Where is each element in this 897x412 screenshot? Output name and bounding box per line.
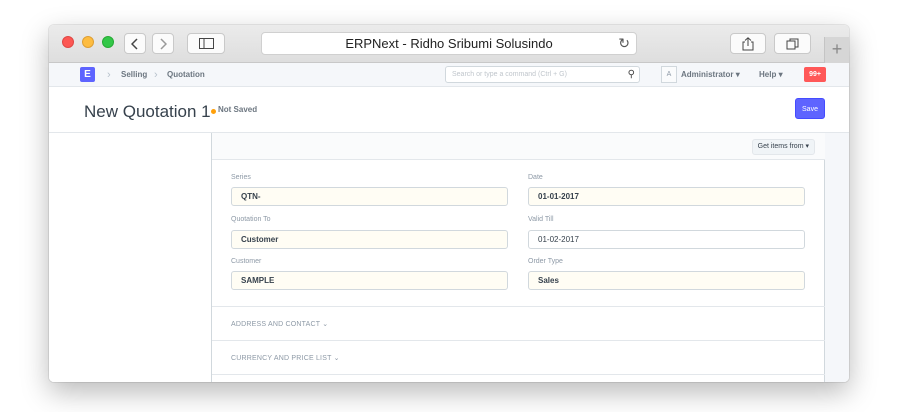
status-badge: Not Saved: [218, 105, 258, 114]
page-head: New Quotation 1 Not Saved Save: [49, 87, 849, 133]
section-next[interactable]: [212, 374, 825, 382]
close-window-button[interactable]: [62, 36, 74, 48]
section-title: CURRENCY AND PRICE LIST: [231, 355, 332, 362]
chevron-right-icon: [160, 37, 167, 50]
awesomebar-search-input[interactable]: Search or type a command (Ctrl + G) ⚲: [445, 66, 640, 83]
date-field[interactable]: 01-01-2017: [528, 187, 805, 206]
series-label: Series: [231, 174, 251, 181]
user-menu[interactable]: Administrator ▾: [681, 63, 740, 87]
help-menu[interactable]: Help ▾: [759, 63, 783, 87]
caret-down-icon: ▾: [778, 70, 783, 79]
breadcrumb-selling[interactable]: Selling: [121, 63, 147, 87]
help-menu-label: Help: [759, 70, 777, 79]
caret-down-icon: ▾: [805, 143, 809, 150]
notifications-badge[interactable]: 99+: [804, 67, 826, 82]
share-icon: [742, 36, 754, 50]
sidebar-icon: [198, 38, 214, 49]
order-type-label: Order Type: [528, 258, 563, 265]
reload-icon[interactable]: ↻: [618, 33, 630, 54]
series-field[interactable]: QTN-: [231, 187, 508, 206]
sidebar-toggle-button[interactable]: [187, 33, 225, 54]
get-items-from-label: Get items from: [757, 143, 804, 150]
customer-field[interactable]: SAMPLE: [231, 271, 508, 290]
save-button[interactable]: Save: [795, 98, 825, 119]
address-bar-title: ERPNext - Ridho Sribumi Solusindo: [345, 36, 553, 51]
app-navbar: E › Selling › Quotation Search or type a…: [49, 63, 849, 87]
chevron-down-icon: ⌄: [322, 321, 329, 328]
chevron-down-icon: ⌄: [333, 355, 340, 362]
form-sidebar: [49, 133, 211, 382]
new-tab-button[interactable]: +: [824, 37, 849, 63]
chevron-left-icon: [131, 37, 138, 50]
browser-titlebar: ERPNext - Ridho Sribumi Solusindo ↻ +: [49, 25, 849, 63]
breadcrumb-separator-icon: ›: [154, 69, 158, 81]
form-toolbar: Get items from ▾: [212, 133, 825, 160]
valid-till-field[interactable]: 01-02-2017: [528, 230, 805, 249]
section-label: ADDRESS AND CONTACT ⌄: [231, 320, 328, 328]
quotation-to-field[interactable]: Customer: [231, 230, 508, 249]
page-title: New Quotation 1: [84, 102, 211, 121]
tabs-overview-button[interactable]: [774, 33, 811, 54]
share-button[interactable]: [730, 33, 766, 54]
get-items-from-button[interactable]: Get items from ▾: [751, 139, 815, 155]
caret-down-icon: ▾: [735, 70, 740, 79]
browser-window: ERPNext - Ridho Sribumi Solusindo ↻ + E …: [49, 25, 849, 382]
section-title: ADDRESS AND CONTACT: [231, 321, 321, 328]
customer-label: Customer: [231, 258, 262, 265]
search-placeholder: Search or type a command (Ctrl + G): [452, 71, 567, 78]
order-type-select[interactable]: Sales: [528, 271, 805, 290]
search-icon: ⚲: [627, 69, 635, 80]
quotation-form: Get items from ▾ Series QTN- Date 01-01-…: [211, 133, 825, 382]
minimize-window-button[interactable]: [82, 36, 94, 48]
tabs-icon: [786, 38, 799, 49]
forward-button[interactable]: [152, 33, 174, 54]
breadcrumb-quotation[interactable]: Quotation: [167, 63, 205, 87]
quotation-to-label: Quotation To: [231, 216, 271, 223]
user-menu-label: Administrator: [681, 70, 734, 79]
section-address-and-contact[interactable]: ADDRESS AND CONTACT ⌄: [212, 306, 825, 340]
section-label: CURRENCY AND PRICE LIST ⌄: [231, 354, 340, 362]
breadcrumb-separator-icon: ›: [107, 69, 111, 81]
section-currency-and-price-list[interactable]: CURRENCY AND PRICE LIST ⌄: [212, 340, 825, 374]
date-label: Date: [528, 174, 543, 181]
address-bar[interactable]: ERPNext - Ridho Sribumi Solusindo ↻: [261, 32, 637, 55]
back-button[interactable]: [124, 33, 146, 54]
app-logo[interactable]: E: [80, 67, 95, 82]
avatar[interactable]: A: [661, 66, 677, 83]
page-body: Get items from ▾ Series QTN- Date 01-01-…: [49, 133, 849, 382]
status-indicator-dot: [211, 109, 216, 114]
valid-till-label: Valid Till: [528, 216, 554, 223]
zoom-window-button[interactable]: [102, 36, 114, 48]
